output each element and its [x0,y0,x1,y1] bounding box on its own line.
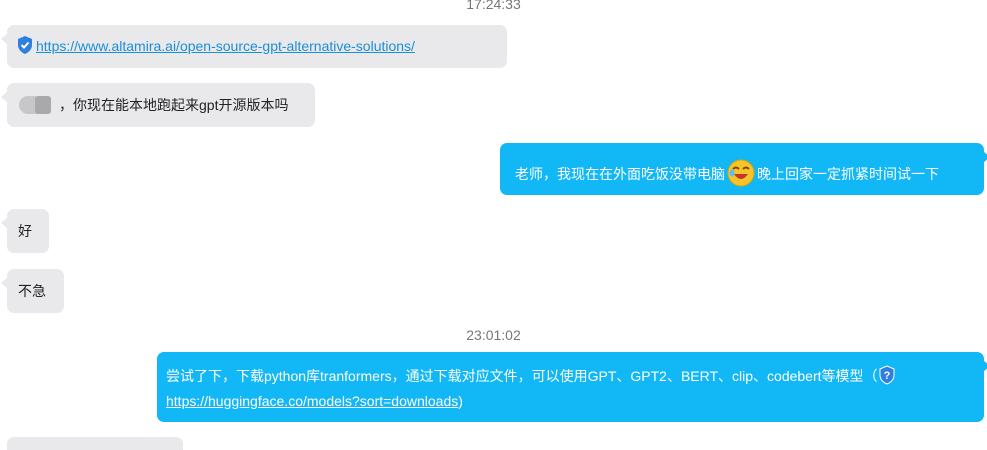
message-bubble-incoming[interactable]: 好 [1,209,49,253]
chat-area: 17:24:33 https://www.altamira.ai/open-so… [0,0,987,450]
message-bubble-outgoing[interactable]: 尝试了下，下载python库tranformers，通过下载对应文件，可以使用G… [157,352,987,422]
message-text: 尝试了下，下载python库tranformers，通过下载对应文件，可以使用G… [166,368,878,384]
message-link[interactable]: https://www.altamira.ai/open-source-gpt-… [36,38,415,54]
timestamp: 23:01:02 [466,327,521,343]
message-bubble-incoming[interactable]: https://www.altamira.ai/open-source-gpt-… [1,25,507,68]
laughing-emoji-icon [727,159,755,187]
message-bubble-incoming[interactable] [7,437,183,450]
timestamp: 17:24:33 [466,0,521,12]
message-text: ) [458,393,463,409]
message-text: 晚上回家一定抓紧时间试一下 [757,166,939,182]
shield-icon: ? [879,365,895,385]
shield-icon [18,36,32,54]
mention-avatar [17,94,57,116]
message-bubble-incoming[interactable]: ，你现在能本地跑起来gpt开源版本吗 [1,83,315,127]
message-text: 不急 [18,283,46,299]
message-text: 好 [18,223,32,239]
message-bubble-incoming[interactable]: 不急 [1,269,64,313]
message-bubble-outgoing[interactable]: 老师，我现在在外面吃饭没带电脑 晚上回家一定抓紧时间试一下 [500,143,987,195]
message-text: 老师，我现在在外面吃饭没带电脑 [515,166,725,182]
message-text: ，你现在能本地跑起来gpt开源版本吗 [59,97,289,113]
message-link[interactable]: https://huggingface.co/models?sort=downl… [166,393,458,409]
svg-text:?: ? [883,370,890,382]
